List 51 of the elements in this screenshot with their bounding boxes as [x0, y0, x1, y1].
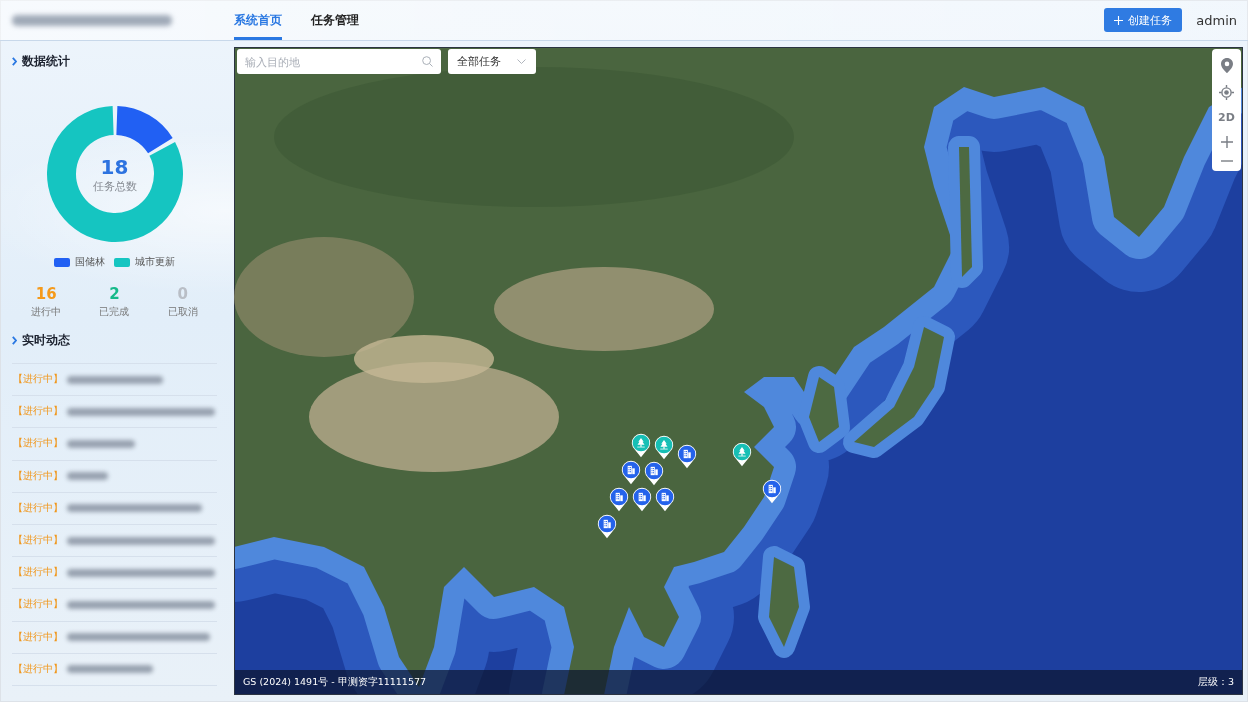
- nav-tab[interactable]: 系统首页: [234, 0, 282, 40]
- building-marker-icon[interactable]: [762, 479, 782, 504]
- task-filter-dropdown[interactable]: 全部任务: [448, 49, 536, 74]
- search-icon: [422, 56, 433, 67]
- building-marker-icon[interactable]: [609, 487, 629, 512]
- status-text: 【进行中】: [13, 437, 63, 451]
- tree-marker-icon[interactable]: [631, 433, 651, 458]
- total-label: 任务总数: [92, 179, 137, 193]
- building-marker-icon[interactable]: [677, 444, 697, 469]
- zoom-level-text: 层级：3: [1197, 675, 1234, 689]
- count-value: 16: [35, 285, 57, 303]
- location-pin-icon[interactable]: [1220, 57, 1233, 73]
- count-label: 已完成: [99, 305, 130, 319]
- search-field[interactable]: 输入目的地: [237, 49, 441, 74]
- tree-marker-icon[interactable]: [654, 435, 674, 460]
- status-text: 【进行中】: [13, 566, 63, 580]
- total-count: 18: [100, 155, 129, 179]
- username: admin: [1196, 12, 1237, 28]
- building-marker-icon[interactable]: [621, 460, 641, 485]
- legend-label: 城市更新: [135, 255, 175, 269]
- blurred-text: [67, 439, 135, 448]
- building-marker-icon[interactable]: [644, 461, 664, 486]
- count-value: 2: [109, 285, 120, 303]
- building-marker-icon[interactable]: [655, 487, 675, 512]
- legend-label: 国储林: [75, 255, 105, 269]
- copyright-text: GS (2024) 1491号 - 甲测资字11111577: [243, 675, 427, 689]
- blurred-text: [67, 472, 108, 481]
- view-mode-button[interactable]: 2D: [1218, 111, 1235, 125]
- status-text: 【进行中】: [13, 373, 63, 387]
- building-marker-icon[interactable]: [632, 487, 652, 512]
- chevron-right-icon: [12, 56, 17, 66]
- plus-icon: [1114, 15, 1124, 25]
- chevron-right-icon: [12, 335, 17, 345]
- status-text: 【进行中】: [13, 630, 63, 644]
- chevron-down-icon: [517, 59, 526, 64]
- count-label: 进行中: [31, 305, 62, 319]
- locate-icon[interactable]: [1219, 84, 1234, 100]
- zoom-in-icon[interactable]: [1220, 136, 1233, 149]
- count-label: 已取消: [167, 305, 198, 319]
- status-text: 【进行中】: [13, 469, 63, 483]
- status-text: 【进行中】: [13, 598, 63, 612]
- status-text: 【进行中】: [13, 501, 63, 515]
- status-text: 【进行中】: [13, 662, 63, 676]
- building-marker-icon[interactable]: [597, 514, 617, 539]
- status-text: 【进行中】: [13, 405, 63, 419]
- create-task-button[interactable]: 创建任务: [1104, 8, 1183, 32]
- status-text: 【进行中】: [13, 534, 63, 548]
- nav-tab[interactable]: 任务管理: [311, 0, 359, 40]
- section-title: 数据统计: [22, 53, 70, 69]
- section-title: 实时动态: [22, 332, 70, 348]
- tree-marker-icon[interactable]: [732, 442, 752, 467]
